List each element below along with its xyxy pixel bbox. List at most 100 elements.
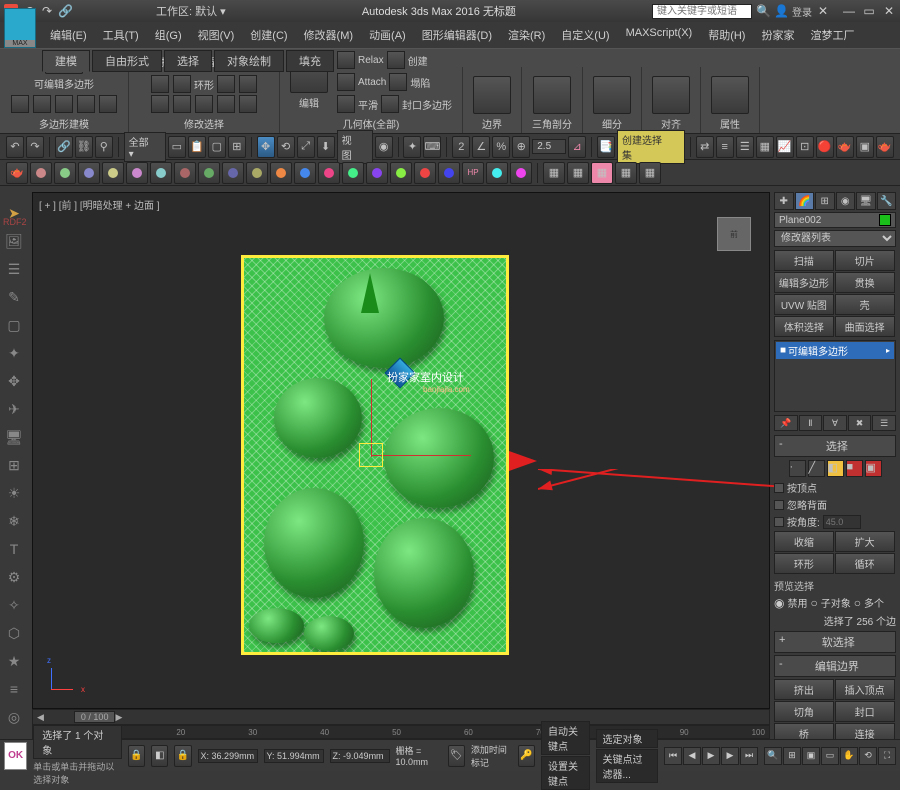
stack-show-icon[interactable]: Ⅱ [799,415,823,431]
add-time-tag-icon[interactable]: 🏷 [448,745,465,767]
viewcube[interactable]: 前 [717,217,751,251]
btn-uvw[interactable]: UVW 贴图 [774,294,834,315]
render-frame-button[interactable]: ▣ [856,136,874,158]
subobj-edge-icon[interactable] [33,95,51,113]
infocenter-icon[interactable]: 🔍 [756,4,770,18]
selected-obj-combo[interactable]: 选定对象 [596,729,658,748]
gizmo-y-axis[interactable] [361,273,379,313]
btn-extrude[interactable]: 挤出 [774,679,834,700]
next-frame-icon[interactable]: ▶ [721,747,739,765]
orbit-icon[interactable]: ⟲ [859,747,877,765]
radio-off[interactable]: ◉ [774,596,784,610]
redo-button[interactable]: ↷ [26,136,44,158]
manipulate-button[interactable]: ✦ [403,136,421,158]
ribbon-tab-populate[interactable]: 填充 [286,50,334,72]
select-region-button[interactable]: ▢ [208,136,226,158]
pt-9[interactable] [222,162,244,184]
misc3-icon[interactable] [151,95,169,113]
menu-xuanmeng[interactable]: 渲梦工厂 [802,24,862,46]
align-button[interactable]: ≡ [716,136,734,158]
ls-layers-icon[interactable]: ☰ [3,258,25,280]
bind-button[interactable]: ⚲ [95,136,113,158]
key-filters-button[interactable]: 关键点过滤器... [596,749,658,783]
relax-icon[interactable] [337,51,355,69]
rollout-editborder[interactable]: 编辑边界 [774,655,896,677]
cmd-tab-create-icon[interactable]: ✚ [774,192,794,210]
select-scale-button[interactable]: ⤢ [297,136,315,158]
menu-modifiers[interactable]: 修改器(M) [296,24,362,46]
ls-gear-icon[interactable]: ⚙ [3,566,25,588]
key-mode-icon[interactable]: 🔑 [518,745,535,767]
cmd-tab-utilities-icon[interactable]: 🔧 [877,192,897,210]
ls-box-icon[interactable]: ▢ [3,314,25,336]
snap-2d-button[interactable]: 2 [452,136,470,158]
misc1-icon[interactable] [217,75,235,93]
cmd-tab-hierarchy-icon[interactable]: ⊞ [815,192,835,210]
stack-config-icon[interactable]: ☰ [872,415,896,431]
viewport[interactable]: [ + ] [前 ] [明暗处理 + 边面 ] RDF2 前 扮家家室内设计 b… [32,192,770,709]
menu-create[interactable]: 创建(C) [242,24,295,46]
ls-snow-icon[interactable]: ❄ [3,510,25,532]
misc4-icon[interactable] [173,95,191,113]
stack-remove-icon[interactable]: ✖ [848,415,872,431]
select-place-button[interactable]: ⬇ [317,136,335,158]
pt-11[interactable] [270,162,292,184]
select-move-button[interactable]: ✥ [257,136,275,158]
help-search-input[interactable] [652,4,752,19]
pt-18[interactable] [438,162,460,184]
ls-plus-icon[interactable]: ✦ [3,342,25,364]
btn-replace[interactable]: 贯换 [835,272,895,293]
btn-grow[interactable]: 扩大 [835,531,895,552]
ls-star-icon[interactable]: ★ [3,650,25,672]
pt-8[interactable] [198,162,220,184]
qat-redo-icon[interactable]: ↷ [40,4,54,18]
ls-sun-icon[interactable]: ☀ [3,482,25,504]
keyboard-button[interactable]: ⌨ [423,136,441,158]
btn-editpoly[interactable]: 编辑多边形 [774,272,834,293]
pt-21[interactable]: ▦ [543,162,565,184]
axis-constraint-button[interactable]: ⊿ [568,136,586,158]
cmd-tab-display-icon[interactable]: 🖥 [856,192,876,210]
time-track[interactable]: 01020 304050 607080 90100 [32,725,770,739]
pt-1[interactable] [30,162,52,184]
pt-22[interactable]: ▦ [567,162,589,184]
toggle-ribbon-button[interactable]: ▦ [756,136,774,158]
ribbon-tab-freeform[interactable]: 自由形式 [92,50,162,72]
pt-teapot-icon[interactable]: 🫖 [6,162,28,184]
pt-6[interactable] [150,162,172,184]
time-slider[interactable]: ◀0 / 100▶ [32,709,770,725]
btn-shell[interactable]: 壳 [835,294,895,315]
prev-frame-icon[interactable]: ◀ [683,747,701,765]
sign-in-icon[interactable]: 👤 [774,4,788,18]
subobj-polygon-button[interactable]: ■ [846,460,863,477]
ls-plane-icon[interactable]: ✈ [3,398,25,420]
iso-selection-icon[interactable]: ◧ [151,745,168,767]
menu-banjiajia[interactable]: 扮家家 [753,24,802,46]
close-icon[interactable]: ✕ [882,4,896,18]
props-button[interactable] [711,76,749,114]
attach-icon[interactable] [337,73,355,91]
play-icon[interactable]: ▶ [702,747,720,765]
named-selection-set[interactable]: 创建选择集 [617,130,685,164]
subobj-vertex-icon[interactable] [11,95,29,113]
rollout-softsel[interactable]: 软选择 [774,631,896,653]
menu-help[interactable]: 帮助(H) [700,24,753,46]
pan-icon[interactable]: ✋ [840,747,858,765]
percent-snap-button[interactable]: % [492,136,510,158]
collapse-icon[interactable] [389,73,407,91]
zoom-region-icon[interactable]: ▭ [821,747,839,765]
select-object-button[interactable]: ▭ [168,136,186,158]
modifier-stack[interactable]: ■ 可编辑多边形 [774,340,896,412]
angle-spinner[interactable] [823,515,861,529]
ls-grid-icon[interactable]: ⊞ [3,454,25,476]
align-button[interactable] [652,76,690,114]
ribbon-tab-modeling[interactable]: 建模 [42,50,90,72]
mirror-button[interactable]: ⇄ [696,136,714,158]
time-knob[interactable]: 0 / 100 [74,711,116,723]
material-editor-button[interactable]: 🔴 [816,136,834,158]
undo-button[interactable]: ↶ [6,136,24,158]
qat-link-icon[interactable]: 🔗 [58,4,72,18]
btn-cap[interactable]: 封口 [835,701,895,722]
btn-surfsel[interactable]: 曲面选择 [835,316,895,337]
cap-icon[interactable] [381,95,399,113]
